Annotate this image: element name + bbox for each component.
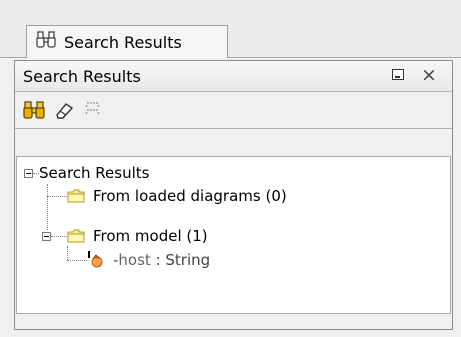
panel-title-bar: Search Results ×: [15, 61, 452, 92]
minimize-icon[interactable]: [392, 69, 404, 80]
tree-connector: [67, 260, 87, 261]
attribute-icon: [87, 251, 107, 273]
tab-strip: Search Results: [0, 0, 461, 58]
tree-root-item[interactable]: Search Results: [39, 162, 149, 184]
tree-connector: [47, 184, 48, 230]
panel-footer: [16, 314, 451, 328]
binoculars-icon[interactable]: [23, 100, 45, 120]
attribute-name: host: [118, 251, 151, 269]
binoculars-icon: [36, 31, 56, 53]
tree-item-loaded-diagrams[interactable]: From loaded diagrams (0): [93, 185, 287, 207]
attribute-type-separator: :: [150, 251, 166, 269]
close-icon[interactable]: ×: [421, 64, 437, 86]
collapse-toggle-root[interactable]: [24, 169, 33, 178]
tree-connector: [51, 236, 67, 237]
folder-icon: [67, 229, 85, 243]
tree-connector: [67, 246, 68, 260]
tree-item-label: From loaded diagrams (0): [93, 187, 287, 205]
tree-root-label: Search Results: [39, 164, 150, 182]
attribute-type: String: [165, 251, 211, 269]
panel-toolbar: [15, 92, 452, 129]
tab-label: Search Results: [64, 32, 182, 52]
tree-item-host[interactable]: - host : String: [113, 249, 210, 271]
tree-connector: [47, 196, 67, 197]
search-results-panel: Search Results × Search Results From loa…: [14, 60, 453, 330]
dotted-grip-icon[interactable]: [85, 100, 103, 120]
eraser-icon[interactable]: [53, 100, 75, 120]
collapse-toggle-model[interactable]: [42, 232, 51, 241]
tree-item-label: From model (1): [93, 227, 208, 245]
panel-title: Search Results: [23, 67, 141, 86]
tree-item-model[interactable]: From model (1): [93, 225, 208, 247]
folder-icon: [67, 189, 85, 203]
search-results-tree: Search Results From loaded diagrams (0) …: [16, 156, 451, 314]
tab-search-results[interactable]: Search Results: [26, 25, 228, 58]
